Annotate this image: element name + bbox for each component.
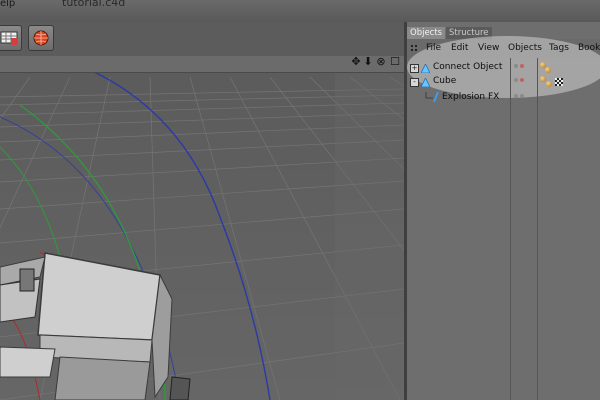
tab-objects[interactable]: Objects (407, 27, 446, 39)
expand-icon[interactable]: + (410, 64, 419, 73)
visibility-dot-editor[interactable] (514, 78, 518, 82)
explosion-icon (433, 92, 439, 102)
collapse-icon[interactable]: - (410, 78, 419, 87)
column-separator[interactable] (510, 58, 511, 400)
material-tag-icon[interactable] (540, 76, 546, 82)
visibility-dot-render[interactable] (520, 78, 524, 82)
menu-tags[interactable]: Tags (549, 43, 569, 53)
object-row-explosion[interactable]: Explosion FX (407, 92, 600, 106)
visibility-dot-render[interactable] (520, 94, 524, 98)
column-separator[interactable] (537, 58, 538, 400)
visibility-dot-editor[interactable] (514, 94, 518, 98)
menu-objects[interactable]: Objects (508, 43, 542, 53)
object-name: Connect Object (433, 62, 503, 72)
rotate-icon[interactable]: ⊗ (375, 56, 387, 68)
cube-icon (421, 78, 430, 87)
render-button[interactable] (28, 25, 54, 51)
menu-item-help[interactable]: elp (0, 0, 15, 9)
dolly-icon[interactable]: ⬇ (362, 56, 374, 68)
connect-icon (421, 64, 430, 73)
material-tag-icon[interactable] (546, 81, 552, 87)
render-settings-button[interactable] (0, 25, 22, 51)
material-tag-icon[interactable] (545, 67, 551, 73)
render-sphere-icon (33, 30, 49, 46)
menu-edit[interactable]: Edit (451, 43, 468, 53)
document-title: tutorial.c4d (62, 0, 126, 9)
menu-bookmarks[interactable]: Book (578, 43, 600, 53)
visibility-dot-editor[interactable] (514, 64, 518, 68)
menu-view[interactable]: View (478, 43, 499, 53)
render-settings-icon (0, 31, 18, 45)
move-icon[interactable]: ✥ (350, 56, 362, 68)
object-name: Explosion FX (442, 92, 500, 102)
viewport-header: ✥ ⬇ ⊗ ☐ (0, 56, 404, 73)
object-row-cube[interactable]: - Cube (407, 76, 600, 90)
panel-menu: File Edit View Objects Tags Book (407, 39, 600, 59)
object-row-connect[interactable]: + Connect Object (407, 62, 600, 76)
texture-tag-icon[interactable] (555, 78, 563, 86)
viewport[interactable] (0, 57, 404, 400)
object-name: Cube (433, 76, 457, 86)
visibility-dot-render[interactable] (520, 64, 524, 68)
title-bar: elp tutorial.c4d (0, 0, 600, 22)
maximize-icon[interactable]: ☐ (389, 56, 401, 68)
viewport-scene (0, 57, 404, 400)
menu-file[interactable]: File (426, 43, 441, 53)
